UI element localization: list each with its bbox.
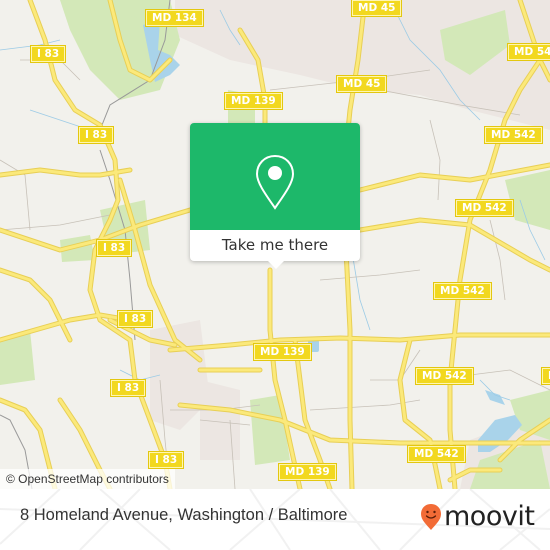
route-shield-md542: MD 542 bbox=[407, 445, 466, 463]
route-shield-md45: MD 45 bbox=[350, 0, 403, 17]
location-popup: Take me there bbox=[190, 123, 360, 269]
route-shield-md542: MD 542 bbox=[415, 367, 474, 385]
moovit-smiley-pin-icon bbox=[421, 504, 441, 530]
route-shield-md139: MD 139 bbox=[224, 92, 283, 110]
route-shield-i83: I 83 bbox=[95, 239, 133, 257]
footer: 8 Homeland Avenue, Washington / Baltimor… bbox=[0, 489, 550, 550]
map-attribution[interactable]: © OpenStreetMap contributors bbox=[0, 469, 175, 489]
route-shield-md542: MD 542 bbox=[484, 126, 543, 144]
route-shield-md542: MD 542 bbox=[507, 43, 550, 61]
route-shield-i83: I 83 bbox=[77, 126, 115, 144]
route-shield-md542: MD 542 bbox=[455, 199, 514, 217]
map-pin-icon bbox=[255, 154, 295, 210]
route-shield-i83: I 83 bbox=[147, 451, 185, 469]
address-label: 8 Homeland Avenue, Washington / Baltimor… bbox=[20, 506, 348, 524]
moovit-logo[interactable]: moovit bbox=[420, 501, 535, 532]
popup-header bbox=[190, 123, 360, 230]
route-shield-md542: MD 542 bbox=[433, 282, 492, 300]
route-shield-md139: MD 139 bbox=[278, 463, 337, 481]
map-view[interactable]: MD 134 MD 45 MD 542 I 83 MD 45 MD 139 I … bbox=[0, 0, 550, 489]
route-shield-md134: MD 134 bbox=[145, 9, 204, 27]
moovit-wordmark: moovit bbox=[444, 501, 535, 532]
route-shield-md139: MD 139 bbox=[253, 343, 312, 361]
route-shield-i83: I 83 bbox=[29, 45, 67, 63]
route-shield-i83: I 83 bbox=[116, 310, 154, 328]
route-shield-i83: I 83 bbox=[109, 379, 147, 397]
popup-pointer bbox=[268, 261, 284, 269]
route-shield-md45: MD 45 bbox=[335, 75, 388, 93]
route-shield-md: MD bbox=[540, 367, 550, 385]
take-me-there-button[interactable]: Take me there bbox=[190, 230, 360, 261]
